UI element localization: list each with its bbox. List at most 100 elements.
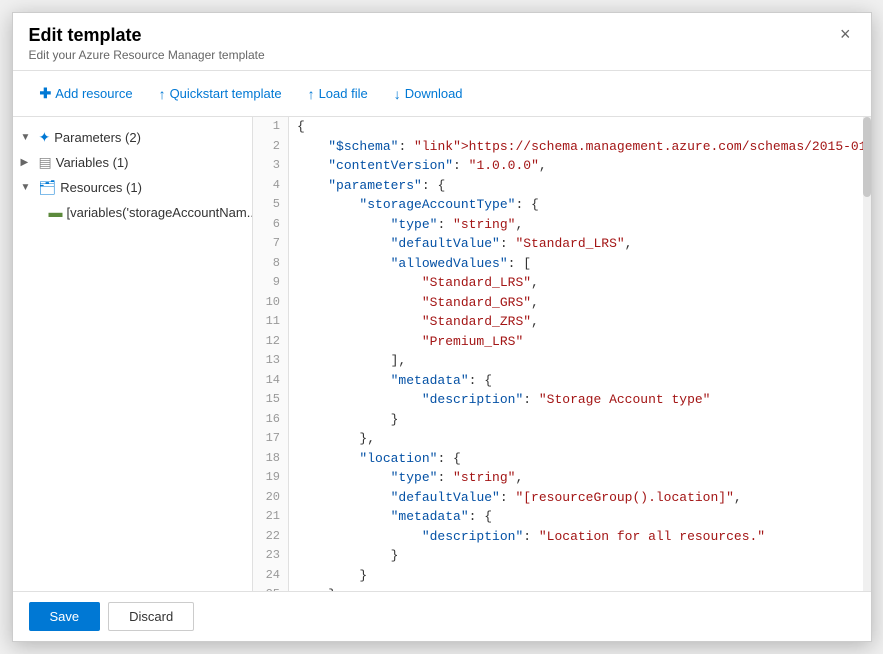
line-number: 6 [253, 215, 289, 235]
line-code: "Standard_GRS", [289, 293, 871, 313]
dialog-title-area: Edit template Edit your Azure Resource M… [29, 25, 265, 62]
line-code: "location": { [289, 449, 871, 469]
line-number: 5 [253, 195, 289, 215]
dialog-subtitle: Edit your Azure Resource Manager templat… [29, 48, 265, 62]
resource-item-icon: ▬ [49, 204, 63, 220]
table-row: 16 } [253, 410, 871, 430]
line-code: "defaultValue": "[resourceGroup().locati… [289, 488, 871, 508]
resource-item-label: [variables('storageAccountNam... [67, 205, 253, 220]
sidebar-item-variables[interactable]: ▶ ▤ Variables (1) [13, 150, 252, 175]
line-number: 16 [253, 410, 289, 430]
table-row: 20 "defaultValue": "[resourceGroup().loc… [253, 488, 871, 508]
line-number: 9 [253, 273, 289, 293]
line-number: 11 [253, 312, 289, 332]
add-resource-label: Add resource [55, 86, 132, 101]
line-code: } [289, 566, 871, 586]
line-number: 2 [253, 137, 289, 157]
table-row: 17 }, [253, 429, 871, 449]
line-number: 4 [253, 176, 289, 196]
line-code: "parameters": { [289, 176, 871, 196]
parameters-label: Parameters (2) [54, 130, 141, 145]
table-row: 4 "parameters": { [253, 176, 871, 196]
line-number: 23 [253, 546, 289, 566]
editor-area: 1{2 "$schema": "link">https://schema.man… [253, 117, 871, 591]
quickstart-template-button[interactable]: ↑ Quickstart template [148, 80, 293, 108]
table-row: 12 "Premium_LRS" [253, 332, 871, 352]
close-button[interactable]: × [836, 25, 855, 43]
discard-button[interactable]: Discard [108, 602, 194, 631]
upload-icon: ↑ [308, 86, 315, 102]
line-number: 12 [253, 332, 289, 352]
line-number: 18 [253, 449, 289, 469]
line-number: 21 [253, 507, 289, 527]
line-code: { [289, 117, 871, 137]
plus-icon: ✚ [40, 85, 52, 102]
parameters-icon: ✦ [39, 129, 51, 146]
table-row: 11 "Standard_ZRS", [253, 312, 871, 332]
table-row: 21 "metadata": { [253, 507, 871, 527]
add-resource-button[interactable]: ✚ Add resource [29, 79, 144, 108]
line-code: "allowedValues": [ [289, 254, 871, 274]
line-number: 15 [253, 390, 289, 410]
line-code: "Standard_LRS", [289, 273, 871, 293]
line-number: 13 [253, 351, 289, 371]
table-row: 25 }, [253, 585, 871, 591]
table-row: 2 "$schema": "link">https://schema.manag… [253, 137, 871, 157]
sidebar-item-parameters[interactable]: ▼ ✦ Parameters (2) [13, 125, 252, 150]
editor-content[interactable]: 1{2 "$schema": "link">https://schema.man… [253, 117, 871, 591]
sidebar: ▼ ✦ Parameters (2) ▶ ▤ Variables (1) ▼ 🗂… [13, 117, 253, 591]
chevron-down-icon: ▼ [21, 132, 35, 143]
table-row: 14 "metadata": { [253, 371, 871, 391]
sidebar-item-resource-child[interactable]: ▬ [variables('storageAccountNam... [13, 200, 252, 224]
table-row: 9 "Standard_LRS", [253, 273, 871, 293]
download-icon: ↓ [394, 86, 401, 102]
table-row: 23 } [253, 546, 871, 566]
load-file-label: Load file [319, 86, 368, 101]
line-code: "description": "Location for all resourc… [289, 527, 871, 547]
variables-label: Variables (1) [56, 155, 129, 170]
line-number: 10 [253, 293, 289, 313]
resources-icon: 🗂 [39, 179, 57, 196]
line-number: 19 [253, 468, 289, 488]
code-table: 1{2 "$schema": "link">https://schema.man… [253, 117, 871, 591]
dialog-title: Edit template [29, 25, 265, 46]
table-row: 8 "allowedValues": [ [253, 254, 871, 274]
line-number: 24 [253, 566, 289, 586]
scrollbar-track[interactable] [863, 117, 871, 591]
line-number: 25 [253, 585, 289, 591]
table-row: 10 "Standard_GRS", [253, 293, 871, 313]
chevron-down-icon-2: ▼ [21, 182, 35, 193]
table-row: 15 "description": "Storage Account type" [253, 390, 871, 410]
variables-icon: ▤ [39, 154, 52, 171]
scrollbar-thumb[interactable] [863, 117, 871, 197]
load-file-button[interactable]: ↑ Load file [297, 80, 379, 108]
table-row: 19 "type": "string", [253, 468, 871, 488]
line-code: "metadata": { [289, 507, 871, 527]
sidebar-item-resources[interactable]: ▼ 🗂 Resources (1) [13, 175, 252, 200]
line-code: "type": "string", [289, 468, 871, 488]
line-code: "description": "Storage Account type" [289, 390, 871, 410]
table-row: 22 "description": "Location for all reso… [253, 527, 871, 547]
table-row: 3 "contentVersion": "1.0.0.0", [253, 156, 871, 176]
download-button[interactable]: ↓ Download [383, 80, 474, 108]
line-code: }, [289, 585, 871, 591]
line-code: "defaultValue": "Standard_LRS", [289, 234, 871, 254]
line-code: } [289, 546, 871, 566]
line-code: "type": "string", [289, 215, 871, 235]
line-code: "Standard_ZRS", [289, 312, 871, 332]
table-row: 7 "defaultValue": "Standard_LRS", [253, 234, 871, 254]
line-number: 22 [253, 527, 289, 547]
quickstart-label: Quickstart template [170, 86, 282, 101]
edit-template-dialog: Edit template Edit your Azure Resource M… [12, 12, 872, 642]
save-button[interactable]: Save [29, 602, 101, 631]
table-row: 13 ], [253, 351, 871, 371]
line-code: "contentVersion": "1.0.0.0", [289, 156, 871, 176]
main-area: ▼ ✦ Parameters (2) ▶ ▤ Variables (1) ▼ 🗂… [13, 117, 871, 591]
line-number: 17 [253, 429, 289, 449]
line-code: "$schema": "link">https://schema.managem… [289, 137, 871, 157]
quickstart-icon: ↑ [159, 86, 166, 102]
toolbar: ✚ Add resource ↑ Quickstart template ↑ L… [13, 71, 871, 117]
line-number: 8 [253, 254, 289, 274]
line-number: 1 [253, 117, 289, 137]
dialog-footer: Save Discard [13, 591, 871, 641]
